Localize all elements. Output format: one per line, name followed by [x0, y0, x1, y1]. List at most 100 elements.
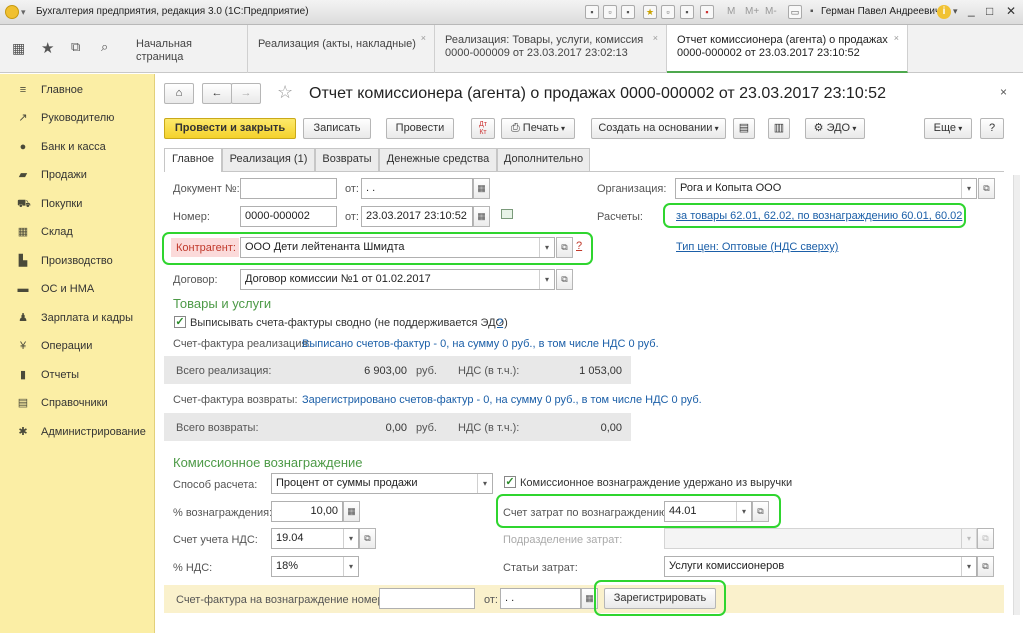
- cost-account-field[interactable]: 44.01 ▾: [664, 501, 752, 522]
- memory-mminus-button[interactable]: M-: [765, 6, 777, 17]
- post-and-close-button[interactable]: Провести и закрыть: [164, 118, 296, 139]
- vat-rate-field[interactable]: 18% ▾: [271, 556, 359, 577]
- cost-items-open-button[interactable]: ⧉: [977, 556, 994, 577]
- sidebar-item-management[interactable]: ↗ Руководителю: [0, 104, 155, 132]
- form-close-icon[interactable]: ×: [1000, 85, 1007, 99]
- toolbar-print-icon[interactable]: ▫: [603, 5, 617, 19]
- chevron-down-icon[interactable]: ▾: [343, 557, 358, 576]
- tab-money[interactable]: Денежные средства: [379, 148, 497, 171]
- sidebar-item-operations[interactable]: ¥ Операции: [0, 332, 155, 360]
- sidebar-item-sales[interactable]: ▰ Продажи: [0, 161, 155, 189]
- invoice-returns-link[interactable]: Зарегистрировано счетов-фактур - 0, на с…: [302, 393, 702, 407]
- minimize-icon[interactable]: _: [968, 3, 975, 17]
- sidebar-item-production[interactable]: ▙ Производство: [0, 247, 155, 275]
- calculator-button[interactable]: ▦: [343, 501, 360, 522]
- chevron-down-icon[interactable]: ▾: [343, 529, 358, 548]
- invoice-date-field[interactable]: . .: [500, 588, 581, 609]
- tab-close-icon[interactable]: ×: [421, 32, 426, 45]
- doc-date-field[interactable]: . .: [361, 178, 473, 199]
- history-icon[interactable]: ⧉: [71, 39, 80, 55]
- cost-items-field[interactable]: Услуги комиссионеров ▾: [664, 556, 977, 577]
- tab-close-icon[interactable]: ×: [653, 32, 658, 45]
- cost-division-field[interactable]: ▾: [664, 528, 977, 549]
- print-button[interactable]: ⎙ Печать ▾: [501, 118, 575, 139]
- contractor-field[interactable]: ООО Дети лейтенанта Шмидта ▾: [240, 237, 555, 258]
- calendar-button[interactable]: ▦: [473, 206, 490, 227]
- edo-status-icon[interactable]: [501, 209, 513, 219]
- memory-mplus-button[interactable]: M+: [745, 6, 759, 17]
- date-field[interactable]: 23.03.2017 23:10:52: [361, 206, 473, 227]
- tab-sales-list[interactable]: Реализация (акты, накладные) ×: [248, 25, 435, 73]
- dt-kt-button[interactable]: Дт Кт: [471, 118, 495, 139]
- info-icon[interactable]: i: [937, 5, 951, 19]
- info-chevron-icon[interactable]: ▾: [953, 6, 958, 17]
- contractor-open-button[interactable]: ⧉: [556, 237, 573, 258]
- search-icon[interactable]: ⌕: [101, 39, 108, 55]
- invoice-number-field[interactable]: [379, 588, 475, 609]
- tab-sales-doc[interactable]: Реализация: Товары, услуги, комиссия 0000…: [435, 25, 667, 73]
- save-button[interactable]: Записать: [303, 118, 371, 139]
- sidebar-item-bank[interactable]: ● Банк и касса: [0, 133, 155, 161]
- register-button[interactable]: Зарегистрировать: [604, 588, 716, 609]
- settlements-link[interactable]: за товары 62.01, 62.02, по вознаграждени…: [676, 209, 962, 223]
- toolbar-calendar-icon[interactable]: ▪: [700, 5, 714, 19]
- toolbar-favorite-icon[interactable]: ★: [643, 5, 657, 19]
- chevron-down-icon[interactable]: ▾: [539, 238, 554, 257]
- table-icon-button[interactable]: ▥: [768, 118, 790, 139]
- org-field[interactable]: Рога и Копыта ООО ▾: [675, 178, 977, 199]
- more-button[interactable]: Еще ▾: [924, 118, 972, 139]
- price-type-link[interactable]: Тип цен: Оптовые (НДС сверху): [676, 240, 838, 254]
- vat-account-open-button[interactable]: ⧉: [359, 528, 376, 549]
- form-scrollbar[interactable]: [1013, 175, 1020, 615]
- post-button[interactable]: Провести: [386, 118, 454, 139]
- star-icon[interactable]: ★: [41, 39, 54, 57]
- toolbar-window-icon[interactable]: ▭: [788, 5, 802, 19]
- tab-additional[interactable]: Дополнительно: [497, 148, 590, 171]
- toolbar-link-icon[interactable]: ▫: [661, 5, 675, 19]
- doc-no-field[interactable]: [240, 178, 337, 199]
- maximize-icon[interactable]: □: [986, 4, 993, 18]
- tab-home[interactable]: Начальная страница: [126, 25, 248, 73]
- sidebar-item-reports[interactable]: ▮ Отчеты: [0, 361, 155, 389]
- sidebar-item-catalogs[interactable]: ▤ Справочники: [0, 389, 155, 417]
- sidebar-item-main[interactable]: ≡ Главное: [0, 76, 155, 104]
- help-button[interactable]: ?: [980, 118, 1004, 139]
- chevron-down-icon[interactable]: ▾: [736, 502, 751, 521]
- toolbar-save-icon[interactable]: ▪: [585, 5, 599, 19]
- invoice-sales-link[interactable]: Выписано счетов-фактур - 0, на сумму 0 р…: [302, 337, 659, 351]
- app-logo-icon[interactable]: [5, 5, 19, 19]
- method-field[interactable]: Процент от суммы продажи ▾: [271, 473, 493, 494]
- tab-close-icon[interactable]: ×: [894, 32, 899, 45]
- home-button[interactable]: ⌂: [164, 83, 194, 104]
- tab-main[interactable]: Главное: [164, 148, 222, 172]
- favorite-star-icon[interactable]: ☆: [277, 82, 293, 103]
- vat-account-field[interactable]: 19.04 ▾: [271, 528, 359, 549]
- chevron-down-icon[interactable]: ▾: [961, 179, 976, 198]
- edo-button[interactable]: ⚙ ЭДО ▾: [805, 118, 865, 139]
- grid-icon[interactable]: ▦: [12, 41, 26, 55]
- percent-field[interactable]: 10,00: [271, 501, 343, 522]
- menu-icon[interactable]: ▾: [21, 5, 33, 19]
- sidebar-item-purchases[interactable]: ⛟ Покупки: [0, 190, 155, 218]
- chevron-down-icon[interactable]: ▾: [477, 474, 492, 493]
- contract-field[interactable]: Договор комиссии №1 от 01.02.2017 ▾: [240, 269, 555, 290]
- chevron-down-icon[interactable]: ▾: [961, 557, 976, 576]
- org-open-button[interactable]: ⧉: [978, 178, 995, 199]
- document-icon-button[interactable]: ▤: [733, 118, 755, 139]
- back-button[interactable]: ←: [202, 83, 232, 104]
- tab-sales[interactable]: Реализация (1): [222, 148, 315, 171]
- toolbar-copy-icon[interactable]: ▪: [621, 5, 635, 19]
- withheld-checkbox[interactable]: ✓: [504, 476, 516, 488]
- contractor-help-icon[interactable]: ?: [576, 240, 582, 252]
- sidebar-item-admin[interactable]: ✱ Администрирование: [0, 418, 155, 446]
- sidebar-item-salary[interactable]: ♟ Зарплата и кадры: [0, 304, 155, 332]
- summary-invoices-help[interactable]: ?: [497, 316, 503, 330]
- calendar-button[interactable]: ▦: [473, 178, 490, 199]
- user-name[interactable]: Герман Павел Андреевич: [821, 6, 940, 17]
- tab-commission-report[interactable]: Отчет комиссионера (агента) о продажах 00…: [667, 25, 908, 73]
- memory-m-button[interactable]: M: [727, 6, 735, 17]
- chevron-down-icon[interactable]: ▾: [539, 270, 554, 289]
- summary-invoices-checkbox[interactable]: ✓: [174, 316, 186, 328]
- close-icon[interactable]: ✕: [1006, 4, 1016, 18]
- sidebar-item-assets[interactable]: ▬ ОС и НМА: [0, 275, 155, 303]
